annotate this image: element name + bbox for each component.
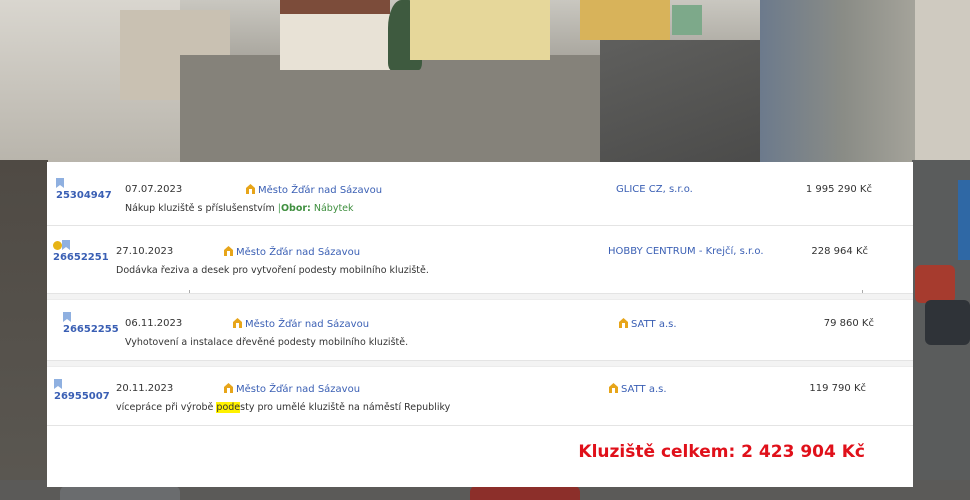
record-date: 07.07.2023	[125, 184, 183, 195]
record-id-link[interactable]: 26652255	[63, 324, 119, 335]
table-row: 26652251 27.10.2023 Město Žďár nad Sázav…	[47, 226, 913, 294]
record-price: 79 860 Kč	[823, 318, 874, 329]
parked-car	[60, 486, 180, 500]
record-date: 27.10.2023	[116, 246, 174, 257]
bookmark-icon[interactable]	[54, 379, 62, 389]
buyer-link[interactable]: Město Žďár nad Sázavou	[233, 318, 369, 330]
supplier-link[interactable]: HOBBY CENTRUM - Krejčí, s.r.o.	[608, 246, 764, 257]
supplier-name: SATT a.s.	[631, 319, 677, 330]
house-icon	[224, 246, 233, 256]
record-description: Nákup kluziště s příslušenstvím |Obor: N…	[125, 203, 354, 214]
field-value: Nábytek	[313, 203, 354, 214]
field-label: Obor:	[280, 203, 311, 214]
record-date: 06.11.2023	[125, 318, 183, 329]
table-row: 26955007 20.11.2023 Město Žďár nad Sázav…	[47, 366, 913, 426]
bookmark-icon[interactable]	[56, 178, 64, 188]
description-text: Nákup kluziště s příslušenstvím	[125, 203, 275, 214]
table-row: 26652255 06.11.2023 Město Žďár nad Sázav…	[47, 299, 913, 361]
description-text: vícepráce při výrobě	[116, 402, 217, 413]
house-icon	[609, 383, 618, 393]
building-center	[280, 0, 390, 70]
buyer-name: Město Žďár nad Sázavou	[258, 185, 383, 196]
bookmark-icon[interactable]	[63, 312, 71, 322]
street	[600, 40, 770, 170]
record-price: 119 790 Kč	[809, 383, 866, 394]
parked-car	[915, 265, 955, 303]
record-id-link[interactable]: 26652251	[53, 252, 109, 263]
record-date: 20.11.2023	[116, 383, 174, 394]
record-description: Vyhotovení a instalace dřevěné podesty m…	[125, 337, 409, 348]
search-highlight: pode	[216, 402, 241, 413]
buyer-name: Město Žďár nad Sázavou	[236, 384, 361, 395]
town-square	[180, 55, 630, 165]
supplier-link[interactable]: SATT a.s.	[619, 318, 677, 330]
parked-car	[925, 300, 970, 345]
total-sum: Kluziště celkem: 2 423 904 Kč	[578, 442, 865, 462]
buyer-link[interactable]: Město Žďár nad Sázavou	[246, 184, 382, 196]
record-price: 1 995 290 Kč	[805, 184, 872, 195]
building-yellow-2	[580, 0, 670, 40]
house-icon	[246, 184, 255, 194]
street-left	[0, 160, 48, 500]
bookmark-icon[interactable]	[62, 240, 70, 250]
building-right-2	[915, 0, 970, 180]
record-id-link[interactable]: 25304947	[56, 190, 112, 201]
house-icon	[233, 318, 242, 328]
supplier-link[interactable]: SATT a.s.	[609, 383, 667, 395]
buyer-link[interactable]: Město Žďár nad Sázavou	[224, 383, 360, 395]
contracts-panel: 25304947 07.07.2023 Město Žďár nad Sázav…	[47, 162, 913, 487]
building-green	[672, 5, 702, 35]
buyer-name: Město Žďár nad Sázavou	[245, 319, 370, 330]
house-icon	[619, 318, 628, 328]
supplier-name: SATT a.s.	[621, 384, 667, 395]
table-row: 25304947 07.07.2023 Město Žďár nad Sázav…	[47, 162, 913, 226]
record-description: vícepráce při výrobě podesty pro umělé k…	[116, 402, 450, 413]
warning-dot-icon	[53, 241, 62, 250]
supplier-name: GLICE CZ, s.r.o.	[616, 184, 693, 195]
street-sign	[958, 180, 970, 260]
buyer-link[interactable]: Město Žďár nad Sázavou	[224, 246, 360, 258]
record-id-link[interactable]: 26955007	[54, 391, 110, 402]
building-yellow	[410, 0, 550, 60]
record-price: 228 964 Kč	[811, 246, 868, 257]
description-text: sty pro umělé kluziště na náměstí Republ…	[240, 402, 451, 413]
house-icon	[224, 383, 233, 393]
supplier-name: HOBBY CENTRUM - Krejčí, s.r.o.	[608, 246, 764, 257]
record-description: Dodávka řeziva a desek pro vytvoření pod…	[116, 265, 429, 276]
supplier-link[interactable]: GLICE CZ, s.r.o.	[616, 184, 693, 195]
buyer-name: Město Žďár nad Sázavou	[236, 247, 361, 258]
parked-car	[470, 486, 580, 500]
